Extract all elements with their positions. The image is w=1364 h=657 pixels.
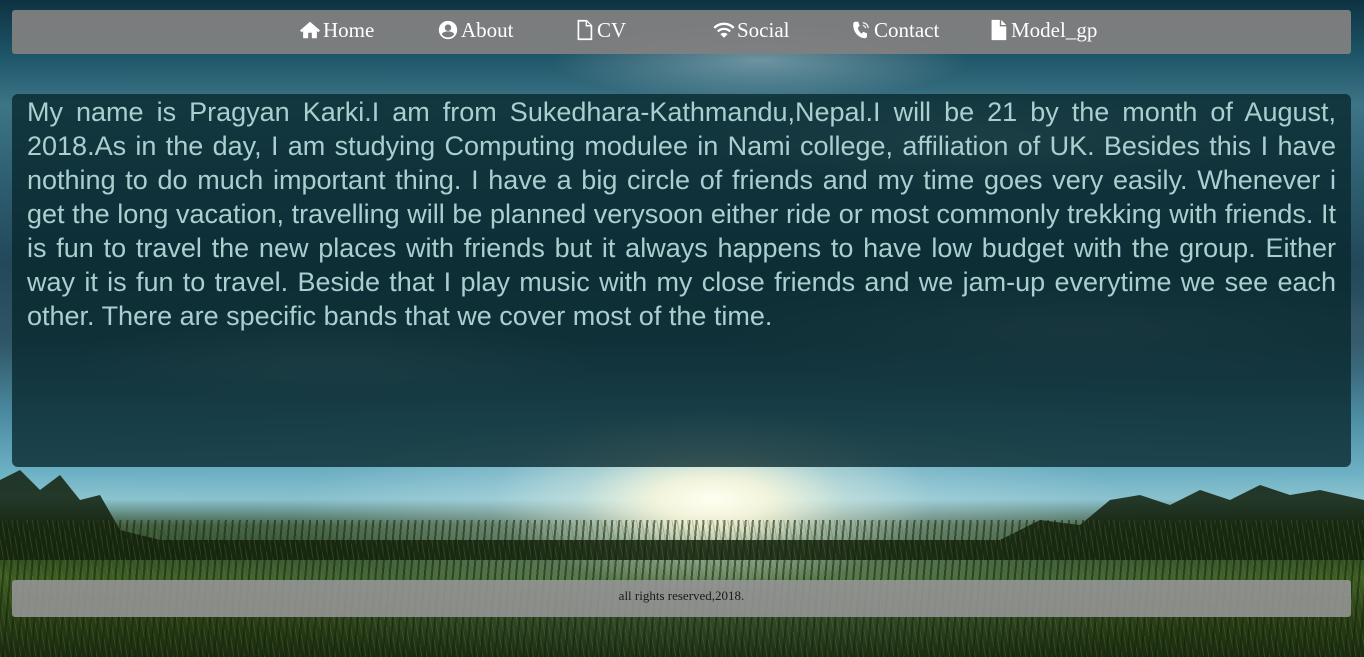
nav-label-cv: CV xyxy=(597,17,627,42)
phone-icon xyxy=(853,21,869,39)
nav-item-contact[interactable]: Contact xyxy=(850,10,939,50)
nav-label-model-gp: Model_gp xyxy=(1011,17,1098,42)
document-icon xyxy=(991,19,1007,41)
footer: all rights reserved,2018. xyxy=(12,580,1351,617)
nav-item-about[interactable]: About xyxy=(437,10,514,50)
file-outline-icon xyxy=(577,19,593,41)
bio-panel: My name is Pragyan Karki.I am from Suked… xyxy=(12,94,1351,467)
background-treeline xyxy=(0,470,1364,560)
nav-item-cv[interactable]: CV xyxy=(573,10,626,50)
top-navbar: Home About CV Social Contact Model_gp xyxy=(12,10,1351,54)
copyright-text: all rights reserved,2018. xyxy=(618,588,745,603)
bio-text: My name is Pragyan Karki.I am from Suked… xyxy=(27,97,1336,331)
nav-item-home[interactable]: Home xyxy=(299,10,374,50)
nav-label-contact: Contact xyxy=(874,17,940,42)
nav-label-social: Social xyxy=(737,17,790,42)
nav-item-model-gp[interactable]: Model_gp xyxy=(987,10,1097,50)
home-icon xyxy=(299,21,321,39)
nav-label-home: Home xyxy=(323,17,375,42)
nav-item-social[interactable]: Social xyxy=(713,10,790,50)
wifi-icon xyxy=(713,22,735,38)
user-circle-icon xyxy=(438,20,458,40)
nav-label-about: About xyxy=(461,17,514,42)
